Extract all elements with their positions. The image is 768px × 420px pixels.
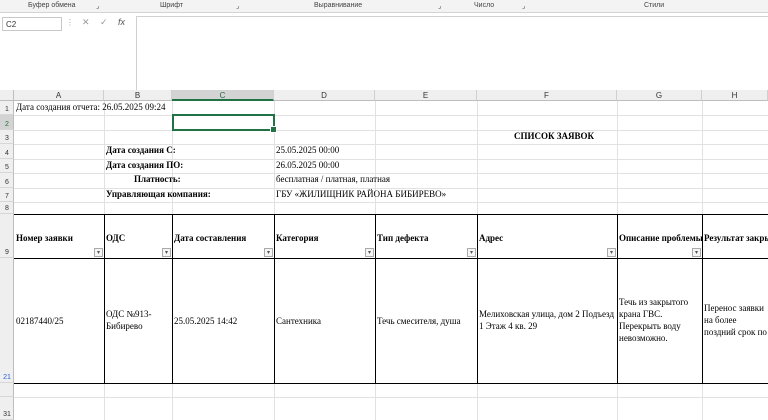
column-header-c[interactable]: C bbox=[172, 90, 274, 101]
select-all-corner[interactable] bbox=[0, 90, 14, 101]
alignment-launcher-icon[interactable]: ⌟ bbox=[438, 2, 441, 10]
column-header-d[interactable]: D bbox=[274, 90, 375, 101]
row-header-1[interactable]: 1 bbox=[0, 101, 14, 115]
column-header-g[interactable]: G bbox=[617, 90, 702, 101]
table-border-col bbox=[617, 214, 618, 383]
report-title-cell[interactable]: СПИСОК ЗАЯВОК bbox=[514, 131, 594, 141]
filter-dropdown-icon[interactable]: ▾ bbox=[467, 248, 476, 257]
column-header-f[interactable]: F bbox=[477, 90, 617, 101]
table-header-description[interactable]: Описание проблемы bbox=[619, 233, 703, 243]
row-header-7[interactable]: 7 bbox=[0, 188, 14, 202]
table-header-category[interactable]: Категория bbox=[276, 233, 319, 243]
column-header-e[interactable]: E bbox=[375, 90, 477, 101]
ribbon-group-bar: Буфер обмена ⌟ Шрифт ⌟ Выравнивание ⌟ Чи… bbox=[0, 0, 768, 13]
selected-cell-c2[interactable] bbox=[172, 114, 277, 133]
gridline bbox=[14, 397, 768, 398]
table-header-number[interactable]: Номер заявки bbox=[16, 233, 73, 243]
table-cell-defect[interactable]: Течь смесителя, душа bbox=[377, 316, 461, 326]
row-header-2[interactable]: 2 bbox=[0, 115, 14, 130]
table-cell-result[interactable]: Перенос заявки на более поздний срок по … bbox=[704, 302, 768, 338]
row-header-5[interactable]: 5 bbox=[0, 159, 14, 173]
table-header-address[interactable]: Адрес bbox=[479, 233, 503, 243]
table-cell-description[interactable]: Течь из закрытого крана ГВС. Перекрыть в… bbox=[619, 296, 701, 344]
paid-value[interactable]: бесплатная / платная, платная bbox=[276, 174, 390, 184]
table-header-date[interactable]: Дата составления bbox=[174, 233, 246, 243]
row-header-8[interactable]: 8 bbox=[0, 202, 14, 214]
row-header-gap[interactable] bbox=[0, 383, 14, 397]
table-header-result[interactable]: Результат закры bbox=[704, 233, 768, 243]
ribbon-group-alignment[interactable]: Выравнивание bbox=[314, 2, 362, 9]
table-border-col bbox=[172, 214, 173, 383]
table-cell-date[interactable]: 25.05.2025 14:42 bbox=[174, 316, 237, 326]
row-header-31[interactable]: 31 bbox=[0, 397, 14, 420]
row-header-9[interactable]: 9 bbox=[0, 214, 14, 258]
date-from-label[interactable]: Дата создания С: bbox=[106, 145, 176, 155]
filter-dropdown-icon[interactable]: ▾ bbox=[264, 248, 273, 257]
ribbon-group-number[interactable]: Число bbox=[474, 2, 494, 9]
date-to-label[interactable]: Дата создания ПО: bbox=[106, 160, 183, 170]
table-cell-number[interactable]: 02187440/25 bbox=[16, 316, 64, 326]
gridline bbox=[14, 115, 768, 116]
formula-bar-separator: ⋮ bbox=[66, 18, 74, 27]
row-header-4[interactable]: 4 bbox=[0, 144, 14, 159]
ribbon-group-styles[interactable]: Стили bbox=[644, 2, 664, 9]
filter-dropdown-icon[interactable]: ▾ bbox=[365, 248, 374, 257]
worksheet-grid[interactable]: A B C D E F G H 1 2 3 4 5 6 7 8 9 21 31 … bbox=[0, 90, 768, 420]
table-border-header bbox=[14, 258, 768, 259]
column-header-b[interactable]: B bbox=[104, 90, 172, 101]
fx-icon[interactable]: fx bbox=[118, 17, 125, 27]
formula-bar: C2 ⋮ ✕ ✓ fx bbox=[0, 13, 768, 95]
cancel-icon[interactable]: ✕ bbox=[82, 17, 90, 28]
filter-dropdown-icon[interactable]: ▾ bbox=[607, 248, 616, 257]
row-header-3[interactable]: 3 bbox=[0, 130, 14, 144]
filter-dropdown-icon[interactable]: ▾ bbox=[94, 248, 103, 257]
formula-input[interactable] bbox=[136, 16, 768, 94]
table-cell-address[interactable]: Мелиховская улица, дом 2 Подъезд 1 Этаж … bbox=[479, 308, 615, 332]
table-cell-category[interactable]: Сантехника bbox=[276, 316, 321, 326]
table-header-ods[interactable]: ОДС bbox=[106, 233, 125, 243]
paid-label[interactable]: Платность: bbox=[134, 174, 181, 184]
column-header-a[interactable]: A bbox=[14, 90, 104, 101]
report-created-cell[interactable]: Дата создания отчета: 26.05.2025 09:24 bbox=[16, 102, 166, 112]
gridline bbox=[14, 130, 768, 131]
clipboard-launcher-icon[interactable]: ⌟ bbox=[96, 2, 99, 10]
filter-active-icon[interactable]: ▾ bbox=[162, 248, 171, 257]
row-header-21[interactable]: 21 bbox=[0, 258, 14, 383]
company-label[interactable]: Управляющая компания: bbox=[106, 189, 211, 199]
table-border-top bbox=[14, 214, 768, 215]
column-header-h[interactable]: H bbox=[702, 90, 768, 101]
filter-dropdown-icon[interactable]: ▾ bbox=[692, 248, 701, 257]
table-cell-ods[interactable]: ОДС №913-Бибирево bbox=[106, 308, 170, 332]
table-border-bottom bbox=[14, 383, 768, 384]
table-border-col bbox=[375, 214, 376, 383]
table-border-col bbox=[274, 214, 275, 383]
date-from-value[interactable]: 25.05.2025 00:00 bbox=[276, 145, 339, 155]
ribbon-group-clipboard[interactable]: Буфер обмена bbox=[28, 2, 76, 9]
gridline bbox=[14, 173, 768, 174]
company-value[interactable]: ГБУ «ЖИЛИЩНИК РАЙОНА БИБИРЕВО» bbox=[276, 189, 446, 199]
table-header-defect[interactable]: Тип дефекта bbox=[377, 233, 429, 243]
name-box[interactable]: C2 bbox=[2, 17, 62, 31]
enter-icon[interactable]: ✓ bbox=[100, 17, 108, 28]
table-border-col bbox=[477, 214, 478, 383]
number-launcher-icon[interactable]: ⌟ bbox=[522, 2, 525, 10]
date-to-value[interactable]: 26.05.2025 00:00 bbox=[276, 160, 339, 170]
ribbon-group-font[interactable]: Шрифт bbox=[160, 2, 183, 9]
gridline bbox=[14, 202, 768, 203]
row-header-6[interactable]: 6 bbox=[0, 173, 14, 188]
font-launcher-icon[interactable]: ⌟ bbox=[236, 2, 239, 10]
table-border-col bbox=[104, 214, 105, 383]
